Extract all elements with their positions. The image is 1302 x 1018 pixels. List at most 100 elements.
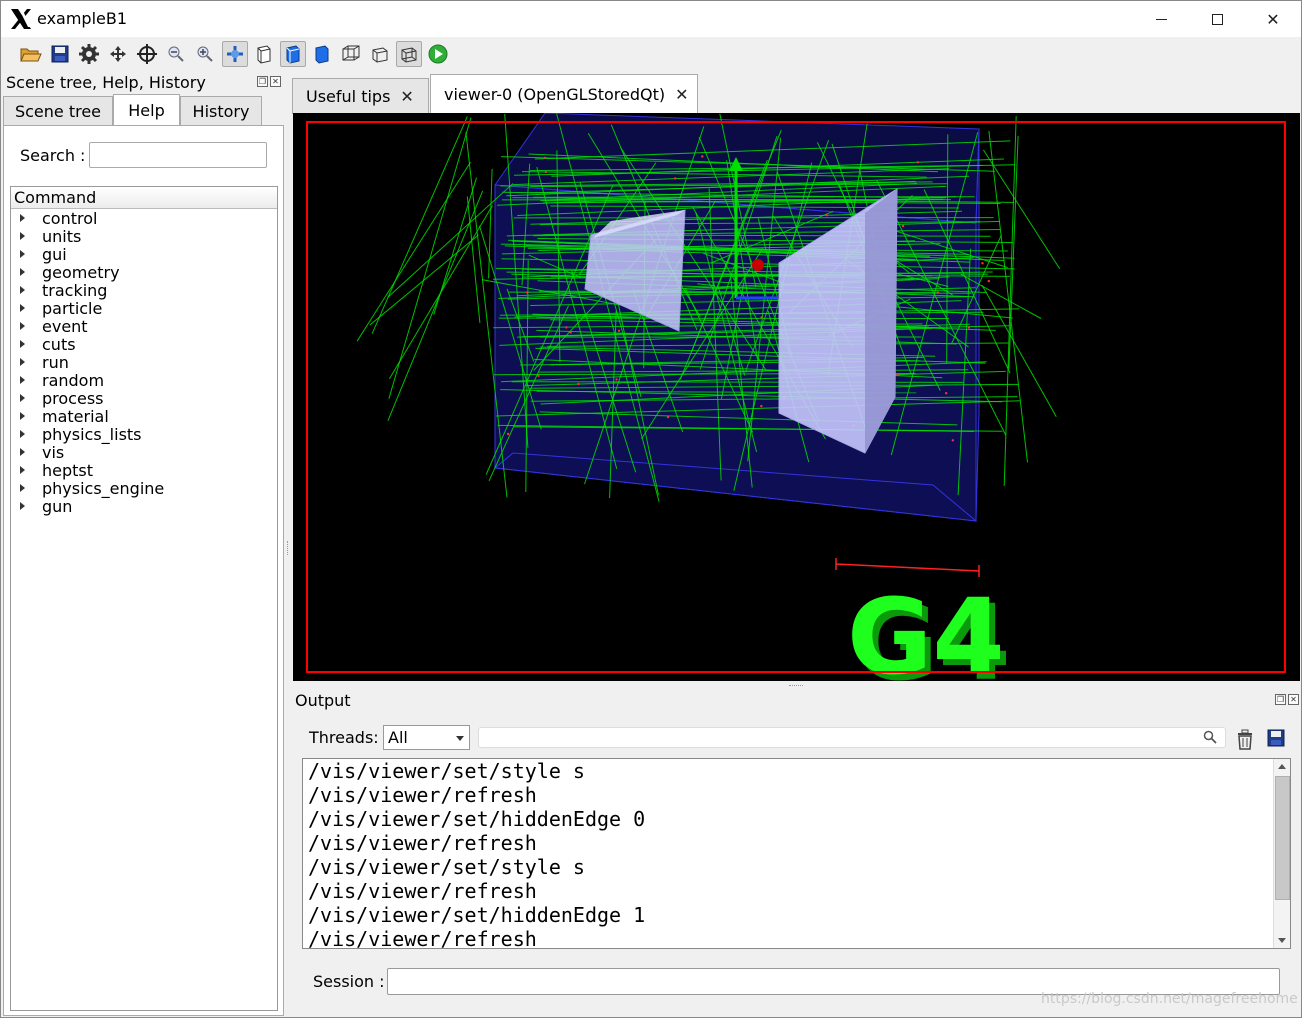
vertical-splitter-handle[interactable] — [287, 541, 289, 555]
log-line: /vis/viewer/refresh — [308, 879, 537, 903]
move-icon — [110, 46, 126, 62]
tree-item-particle[interactable]: particle — [11, 299, 277, 318]
expand-arrow-icon[interactable] — [20, 394, 25, 402]
tab-scene-tree[interactable]: Scene tree — [3, 96, 113, 126]
expand-arrow-icon[interactable] — [20, 268, 25, 276]
tree-item-material[interactable]: material — [11, 407, 277, 426]
expand-arrow-icon[interactable] — [20, 412, 25, 420]
expand-arrow-icon[interactable] — [20, 304, 25, 312]
expand-arrow-icon[interactable] — [20, 484, 25, 492]
open-button[interactable] — [18, 41, 44, 67]
tab-label: Useful tips — [306, 87, 391, 106]
hit-point — [666, 415, 670, 419]
trash-icon — [1238, 729, 1252, 750]
clear-output-button[interactable] — [1235, 728, 1255, 750]
expand-arrow-icon[interactable] — [20, 466, 25, 474]
expand-arrow-icon[interactable] — [20, 250, 25, 258]
tree-item-units[interactable]: units — [11, 226, 277, 246]
tab-close-icon[interactable]: ✕ — [400, 87, 413, 106]
save-icon — [51, 45, 69, 63]
tree-item-random[interactable]: random — [11, 371, 277, 390]
tab-useful-tips[interactable]: Useful tips ✕ — [292, 78, 429, 114]
tree-item-physics-engine[interactable]: physics_engine — [11, 478, 277, 498]
toolbar — [1, 38, 1301, 72]
expand-arrow-icon[interactable] — [20, 232, 25, 240]
surface-button[interactable] — [309, 41, 335, 67]
tree-item-label: physics_engine — [42, 478, 165, 498]
tree-item-control[interactable]: control — [11, 209, 277, 228]
expand-arrow-icon[interactable] — [20, 340, 25, 348]
output-log[interactable]: /vis/viewer/set/style s/vis/viewer/refre… — [302, 758, 1291, 949]
tree-item-geometry[interactable]: geometry — [11, 263, 277, 282]
tree-item-physics-lists[interactable]: physics_lists — [11, 424, 277, 444]
move-button[interactable] — [105, 41, 131, 67]
opengl-viewer[interactable]: G4 G4 — [293, 113, 1300, 681]
expand-arrow-icon[interactable] — [20, 322, 25, 330]
tree-item-label: physics_lists — [42, 424, 142, 444]
search-input[interactable] — [89, 142, 267, 168]
save-button[interactable] — [47, 41, 73, 67]
save-output-button[interactable] — [1266, 728, 1286, 748]
hit-point — [615, 378, 618, 381]
title-bar: exampleB1 ✕ — [1, 1, 1301, 37]
expand-arrow-icon[interactable] — [20, 286, 25, 294]
hit-point — [674, 177, 677, 180]
dock-float-icon[interactable]: ❐ — [257, 76, 268, 87]
expand-arrow-icon[interactable] — [20, 502, 25, 510]
scale-marker — [835, 558, 980, 577]
wireframe-icon — [401, 47, 417, 63]
save-icon — [1267, 729, 1285, 747]
tree-item-event[interactable]: event — [11, 317, 277, 336]
close-button[interactable]: ✕ — [1245, 1, 1301, 37]
hit-point — [577, 382, 580, 386]
expand-arrow-icon[interactable] — [20, 448, 25, 456]
command-list: control units gui geometry tracking particle e… — [11, 209, 277, 516]
settings-button[interactable] — [76, 41, 102, 67]
run-button[interactable] — [425, 41, 451, 67]
maximize-button[interactable] — [1189, 1, 1245, 37]
expand-arrow-icon[interactable] — [20, 358, 25, 366]
wireframe-button[interactable] — [396, 41, 422, 67]
tree-item-run[interactable]: run — [11, 353, 277, 372]
tree-item-gun[interactable]: gun — [11, 497, 277, 516]
tree-item-cuts[interactable]: cuts — [11, 335, 277, 354]
scroll-thumb[interactable] — [1275, 776, 1290, 900]
perspective-button[interactable] — [338, 41, 364, 67]
hit-point — [936, 291, 939, 294]
dock-close-icon[interactable]: ✕ — [270, 76, 281, 87]
threads-select[interactable]: All — [383, 725, 470, 750]
hidden-line-removal-button[interactable] — [280, 41, 306, 67]
pick-button[interactable] — [134, 41, 160, 67]
horizontal-splitter-handle[interactable] — [789, 685, 803, 687]
output-dock-controls: ❐ ✕ — [1275, 694, 1299, 705]
hit-point — [537, 374, 540, 377]
tab-close-icon[interactable]: ✕ — [675, 85, 688, 104]
output-filter-input[interactable] — [478, 727, 1226, 748]
expand-arrow-icon[interactable] — [20, 430, 25, 438]
tab-help[interactable]: Help — [113, 94, 180, 126]
tree-item-process[interactable]: process — [11, 389, 277, 408]
tree-item-tracking[interactable]: tracking — [11, 281, 277, 300]
tree-item-heptst[interactable]: heptst — [11, 461, 277, 480]
dock-float-icon[interactable]: ❐ — [1275, 694, 1286, 705]
minimize-button[interactable] — [1133, 1, 1189, 37]
tab-history[interactable]: History — [180, 96, 262, 126]
expand-arrow-icon[interactable] — [20, 214, 25, 222]
ortho-button[interactable] — [367, 41, 393, 67]
expand-arrow-icon[interactable] — [20, 376, 25, 384]
zoom-in-button[interactable] — [192, 41, 218, 67]
rotate-button[interactable] — [222, 41, 248, 67]
scroll-down-icon[interactable] — [1278, 938, 1286, 943]
tree-item-label: units — [42, 226, 82, 246]
threads-label: Threads: — [309, 728, 379, 747]
hidden-line-button[interactable] — [251, 41, 277, 67]
dock-close-icon[interactable]: ✕ — [1288, 694, 1299, 705]
hit-point — [526, 291, 529, 294]
zoom-out-button[interactable] — [163, 41, 189, 67]
tree-item-vis[interactable]: vis — [11, 443, 277, 462]
tree-item-gui[interactable]: gui — [11, 245, 277, 264]
scroll-up-icon[interactable] — [1278, 764, 1286, 769]
tab-viewer-0[interactable]: viewer-0 (OpenGLStoredQt) ✕ — [430, 74, 698, 114]
output-scrollbar[interactable] — [1273, 759, 1290, 948]
minimize-icon — [1155, 18, 1167, 20]
